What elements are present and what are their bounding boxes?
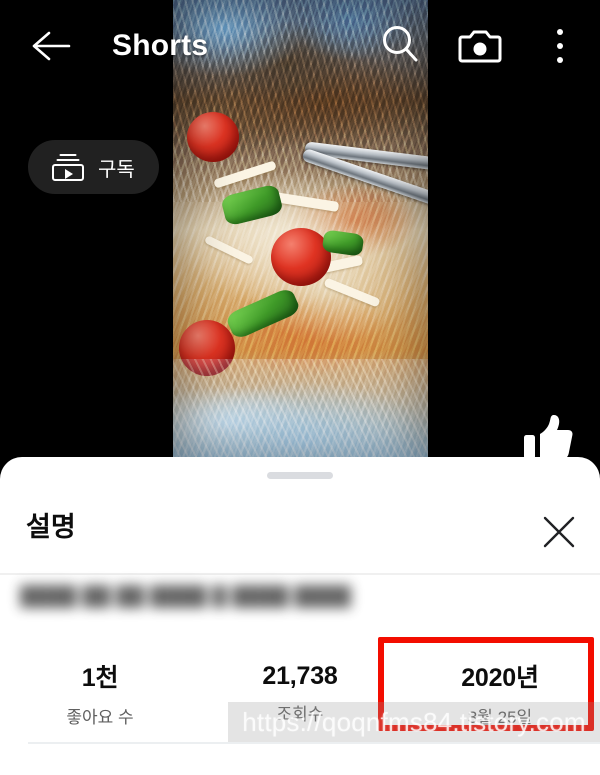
description-bottom-sheet: 설명 ████ ██ ██ ████ █ ████ ████ 1천 좋아요 수 … xyxy=(0,457,600,775)
upload-year-value: 2020년 xyxy=(461,664,539,692)
video-stats-row: 1천 좋아요 수 21,738 조회수 2020년 3월 25일 xyxy=(0,647,600,739)
back-arrow-icon xyxy=(32,31,71,61)
close-button[interactable] xyxy=(534,507,584,557)
header-divider xyxy=(0,573,600,575)
sheet-title: 설명 xyxy=(26,512,76,542)
view-count-stat[interactable]: 21,738 조회수 xyxy=(200,647,400,739)
page-title: Shorts xyxy=(112,29,209,62)
video-description: ████ ██ ██ ████ █ ████ ████ xyxy=(20,585,351,607)
like-count-value: 1천 xyxy=(81,664,119,692)
upload-date-stat[interactable]: 2020년 3월 25일 xyxy=(400,647,600,739)
close-x-icon xyxy=(543,516,575,548)
search-icon xyxy=(383,26,418,62)
more-vertical-icon xyxy=(557,29,563,35)
bottom-divider xyxy=(28,742,600,744)
more-vertical-icon xyxy=(557,43,563,49)
like-count-label: 좋아요 수 xyxy=(66,708,134,727)
back-button[interactable] xyxy=(26,22,74,70)
drag-handle[interactable] xyxy=(267,472,333,479)
view-count-value: 21,738 xyxy=(262,661,338,690)
subscribe-button[interactable]: 구독 xyxy=(28,140,159,194)
sheet-header: 설명 xyxy=(0,487,600,575)
more-vertical-icon xyxy=(557,57,563,63)
search-button[interactable] xyxy=(376,20,424,70)
camera-button[interactable] xyxy=(456,22,504,70)
camera-icon xyxy=(458,30,502,63)
upload-day-label: 3월 25일 xyxy=(467,708,533,727)
like-count-stat[interactable]: 1천 좋아요 수 xyxy=(0,647,200,739)
subscriptions-icon xyxy=(52,153,84,181)
view-count-label: 조회수 xyxy=(276,704,324,724)
more-options-button[interactable] xyxy=(538,22,582,70)
shorts-screen: Shorts 구독 설명 ████ ██ ██ ████ █ ████ ████… xyxy=(0,0,600,775)
subscribe-label: 구독 xyxy=(98,158,135,181)
top-app-bar: Shorts xyxy=(0,0,600,92)
